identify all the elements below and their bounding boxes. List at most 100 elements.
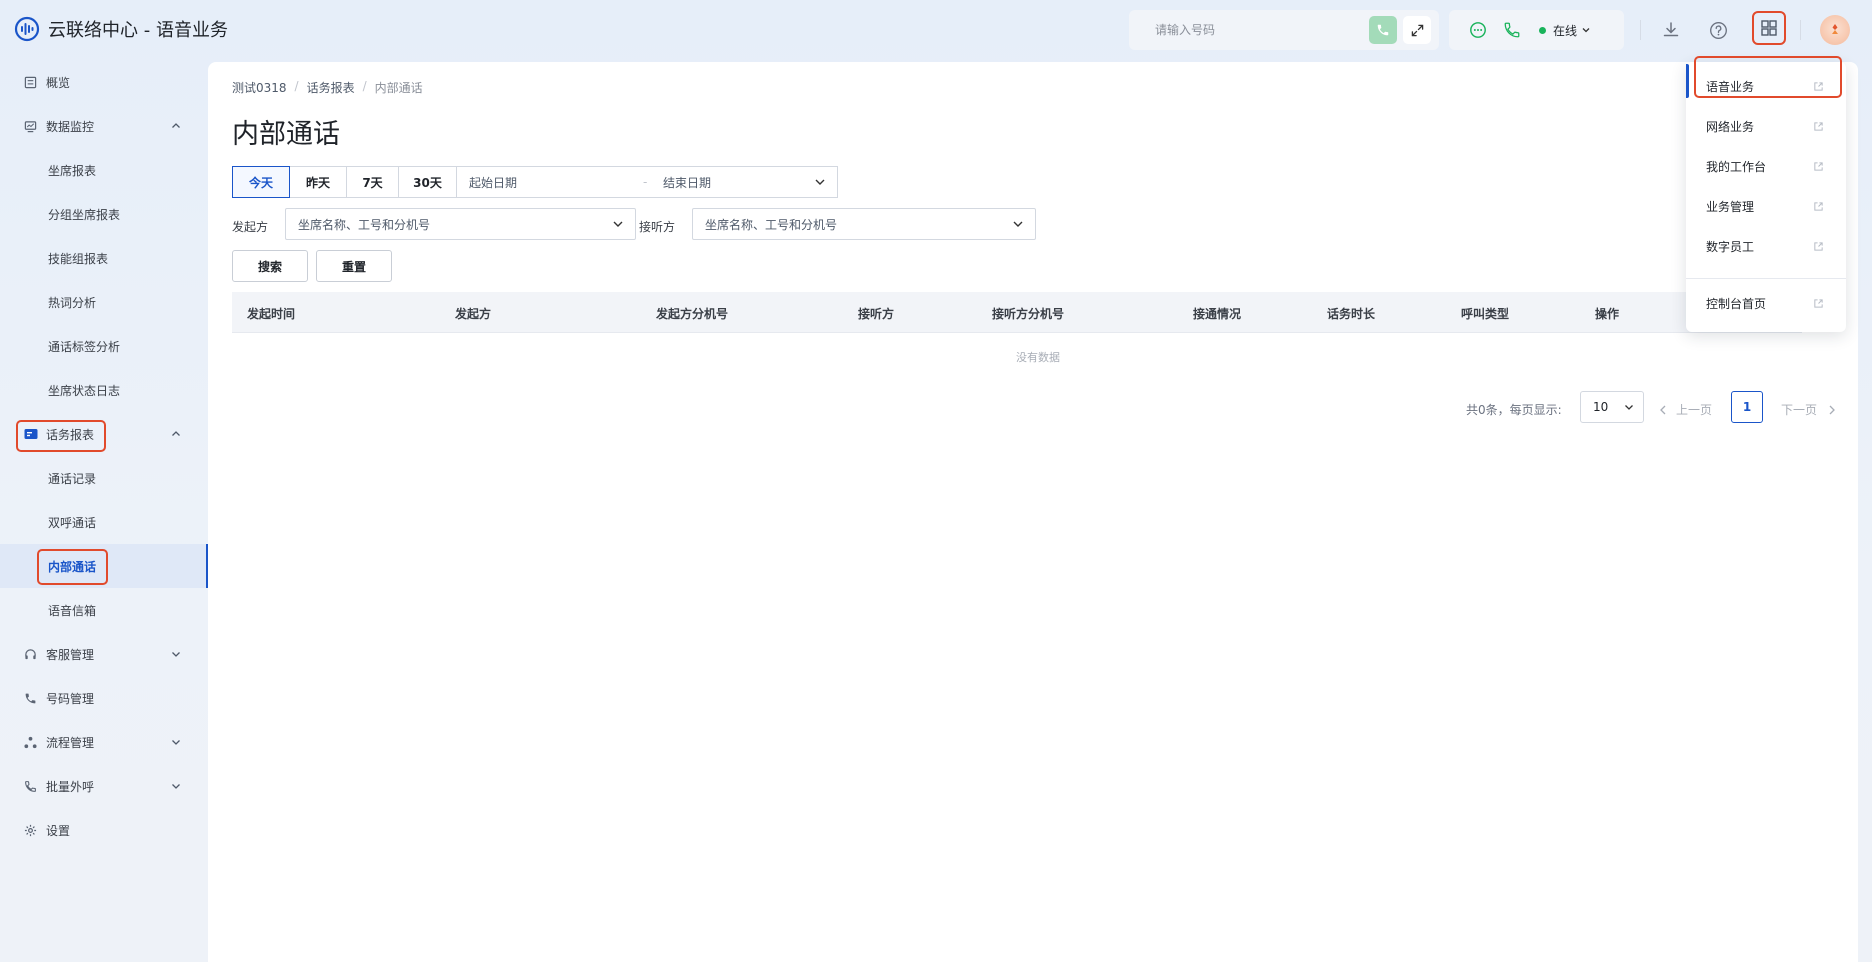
chevron-left-icon: [1658, 404, 1668, 416]
external-link-icon: [1813, 298, 1824, 309]
menu-item-label: 数字员工: [1706, 239, 1755, 254]
sidebar-item-traffic-report[interactable]: 话务报表: [0, 412, 208, 456]
menu-divider: [1686, 278, 1846, 279]
date-today-button[interactable]: 今天: [232, 166, 290, 198]
sidebar-item-agent-report[interactable]: 坐席报表: [0, 148, 208, 192]
phone-number-input[interactable]: [1129, 10, 1369, 50]
search-button[interactable]: 搜索: [232, 250, 308, 282]
sidebar-item-label: 话务报表: [46, 427, 95, 442]
phone-icon: [24, 692, 37, 705]
sidebar-item-group-agent-report[interactable]: 分组坐席报表: [0, 192, 208, 236]
outbound-icon: [24, 780, 37, 793]
sidebar-item-data-monitor[interactable]: 数据监控: [0, 104, 208, 148]
menu-item-label: 控制台首页: [1706, 296, 1767, 311]
menu-item-digital-employee[interactable]: 数字员工: [1686, 226, 1846, 266]
callee-select[interactable]: 坐席名称、工号和分机号: [692, 208, 1036, 240]
sidebar-item-voicemail[interactable]: 语音信箱: [0, 588, 208, 632]
sidebar-item-settings[interactable]: 设置: [0, 808, 208, 852]
caller-select[interactable]: 坐席名称、工号和分机号: [285, 208, 636, 240]
help-icon: [1709, 21, 1727, 39]
menu-item-voice-business[interactable]: 语音业务: [1686, 66, 1846, 106]
page-title: 内部通话: [232, 119, 340, 150]
sidebar-item-label: 概览: [46, 75, 71, 90]
app-switcher-menu: 语音业务 网络业务 我的工作台 业务管理 数字员工 控制台首页: [1686, 56, 1846, 332]
sidebar-item-label: 坐席状态日志: [48, 383, 121, 398]
callee-placeholder: 坐席名称、工号和分机号: [705, 217, 838, 232]
prev-page-button[interactable]: 上一页: [1658, 401, 1712, 418]
sidebar-item-label: 通话记录: [48, 471, 97, 486]
menu-item-label: 我的工作台: [1706, 159, 1767, 174]
next-page-button[interactable]: 下一页: [1781, 401, 1837, 418]
sidebar-item-call-tag-analysis[interactable]: 通话标签分析: [0, 324, 208, 368]
date-30days-button[interactable]: 30天: [398, 166, 457, 198]
apps-switcher-button[interactable]: [1752, 11, 1786, 45]
expand-icon: [1411, 24, 1423, 36]
report-icon: [24, 428, 38, 441]
sidebar-item-overview[interactable]: 概览: [0, 60, 208, 104]
page-size-select[interactable]: 10: [1580, 391, 1644, 423]
headset-icon: [24, 648, 37, 661]
expand-button[interactable]: [1403, 16, 1431, 44]
sidebar-item-label: 坐席报表: [48, 163, 97, 178]
breadcrumb-separator: /: [362, 79, 367, 93]
sidebar-item-agent-status-log[interactable]: 坐席状态日志: [0, 368, 208, 412]
next-page-label: 下一页: [1781, 403, 1818, 417]
sidebar-item-label: 内部通话: [48, 559, 97, 574]
sidebar-item-batch-outbound[interactable]: 批量外呼: [0, 764, 208, 808]
dial-button[interactable]: [1369, 16, 1397, 44]
avatar[interactable]: [1820, 15, 1850, 45]
chevron-down-icon: [1011, 217, 1025, 231]
breadcrumb-item[interactable]: 测试0318: [232, 79, 287, 96]
download-button[interactable]: [1659, 18, 1683, 42]
column-header: 接听方分机号: [992, 307, 1065, 321]
breadcrumb-separator: /: [294, 79, 299, 93]
breadcrumb-item[interactable]: 话务报表: [307, 79, 355, 96]
sidebar-item-flow-management[interactable]: 流程管理: [0, 720, 208, 764]
menu-item-label: 语音业务: [1706, 79, 1755, 94]
date-yesterday-button[interactable]: 昨天: [289, 166, 347, 198]
empty-state: 没有数据: [1016, 351, 1060, 364]
menu-item-console-home[interactable]: 控制台首页: [1686, 283, 1846, 323]
date-7days-button[interactable]: 7天: [346, 166, 399, 198]
column-header: 发起方分机号: [656, 307, 729, 321]
chevron-down-icon: [611, 217, 625, 231]
date-range-picker[interactable]: 起始日期 - 结束日期: [456, 166, 838, 198]
sidebar-item-internal-call[interactable]: 内部通话: [0, 544, 208, 588]
caller-label: 发起方: [232, 220, 269, 234]
sidebar-item-skill-group-report[interactable]: 技能组报表: [0, 236, 208, 280]
agent-status-dropdown[interactable]: 在线: [1539, 22, 1591, 39]
avatar-icon: [1832, 24, 1838, 34]
sidebar-item-dual-call[interactable]: 双呼通话: [0, 500, 208, 544]
menu-item-business-management[interactable]: 业务管理: [1686, 186, 1846, 226]
help-button[interactable]: [1706, 18, 1730, 42]
breadcrumb-current: 内部通话: [374, 81, 423, 95]
sidebar-item-label: 技能组报表: [48, 251, 109, 266]
column-header: 发起时间: [247, 307, 296, 321]
chevron-right-icon: [1827, 404, 1837, 416]
pagination-total: 共0条，每页显示:: [1466, 403, 1562, 417]
chat-button[interactable]: [1469, 21, 1487, 39]
chevron-down-icon: [1623, 401, 1635, 413]
dial-box: [1129, 10, 1439, 50]
menu-item-my-workbench[interactable]: 我的工作台: [1686, 146, 1846, 186]
sidebar-item-hotword-analysis[interactable]: 热词分析: [0, 280, 208, 324]
sidebar-item-call-records[interactable]: 通话记录: [0, 456, 208, 500]
external-link-icon: [1813, 121, 1824, 132]
table-divider: [232, 332, 1802, 333]
header-divider: [1640, 20, 1641, 40]
start-date-input[interactable]: 起始日期: [469, 174, 517, 191]
column-header: 话务时长: [1327, 307, 1376, 321]
reset-button[interactable]: 重置: [316, 250, 392, 282]
agent-status-label: 在线: [1553, 23, 1578, 38]
page-number-current[interactable]: 1: [1731, 391, 1763, 423]
chevron-down-icon: [1581, 25, 1591, 35]
menu-item-network-business[interactable]: 网络业务: [1686, 106, 1846, 146]
softphone-button[interactable]: [1503, 21, 1521, 39]
sidebar-item-customer-service[interactable]: 客服管理: [0, 632, 208, 676]
breadcrumb: 测试0318 / 话务报表 / 内部通话: [232, 79, 423, 96]
flow-icon: [24, 736, 37, 749]
sidebar-item-number-management[interactable]: 号码管理: [0, 676, 208, 720]
overview-icon: [24, 76, 37, 89]
external-link-icon: [1813, 241, 1824, 252]
end-date-input[interactable]: 结束日期: [663, 174, 711, 191]
